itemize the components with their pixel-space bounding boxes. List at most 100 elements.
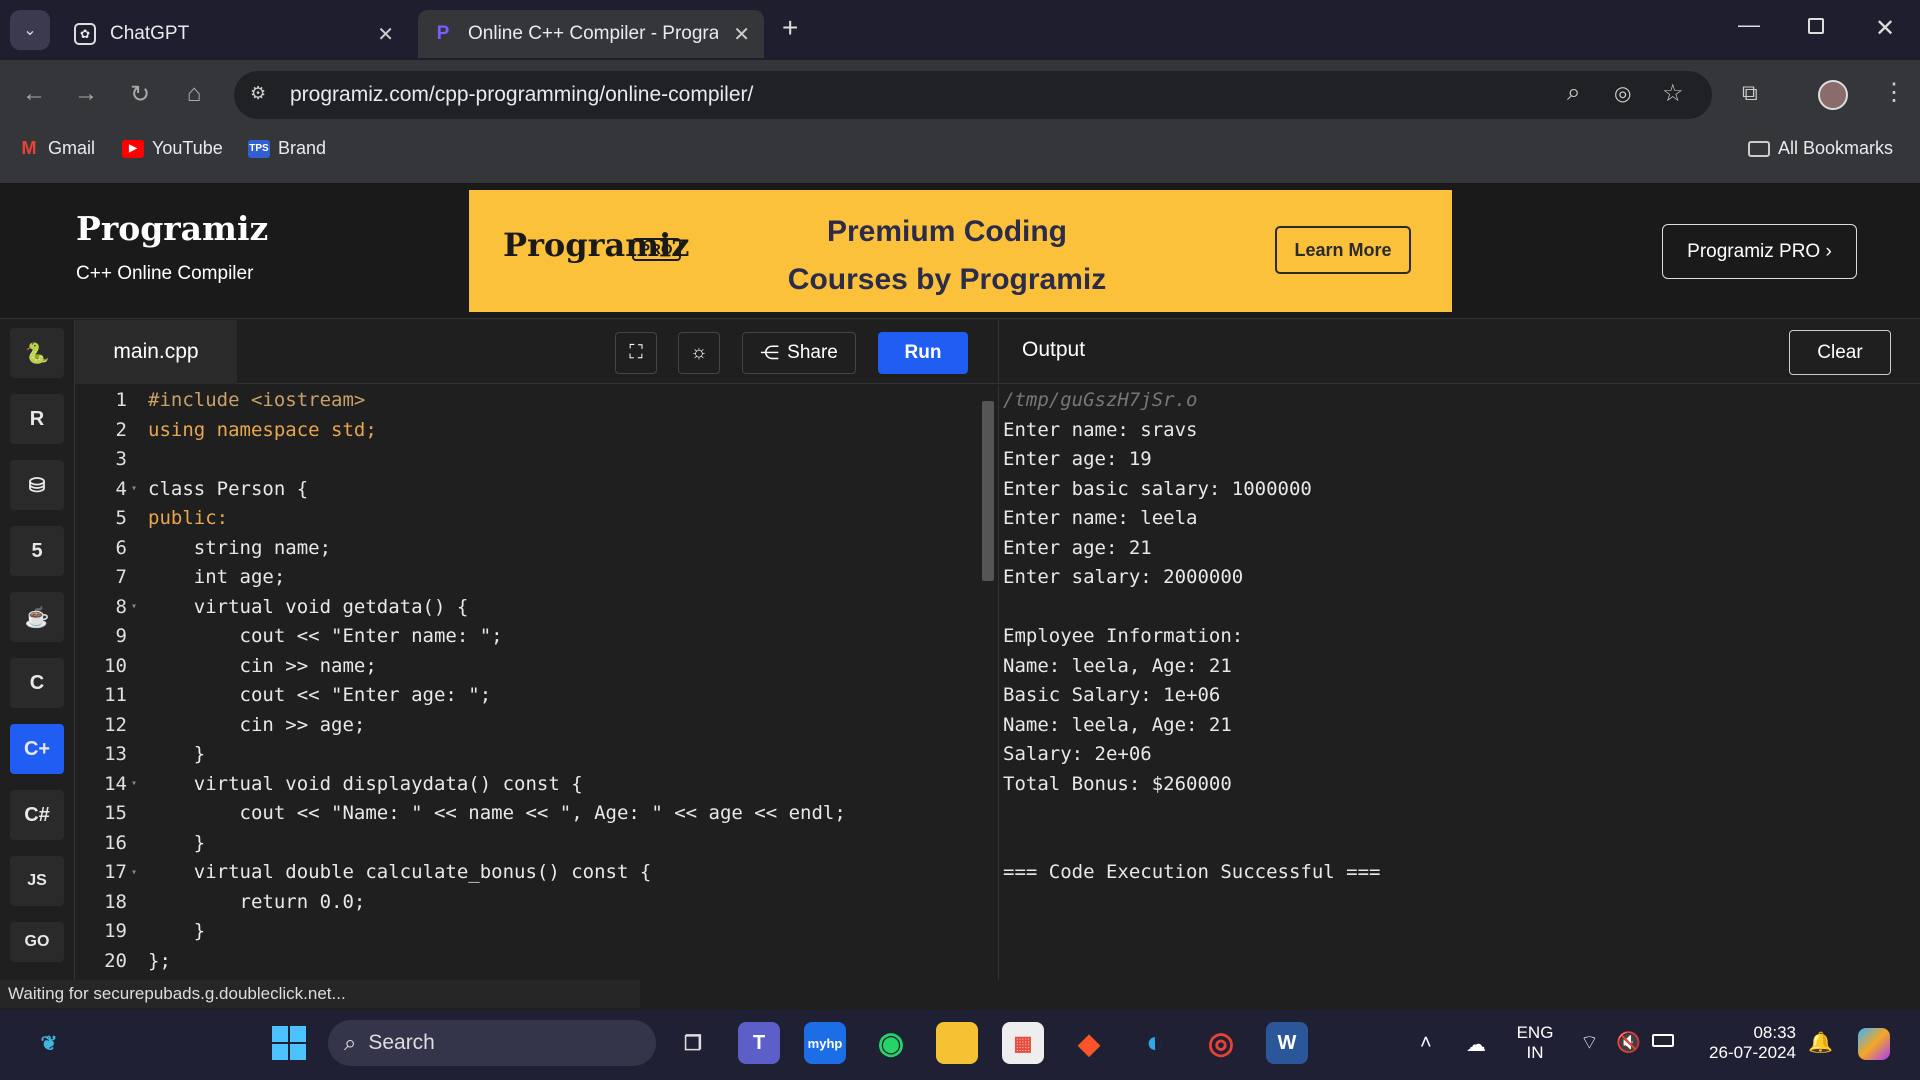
code-line: string name; (148, 536, 332, 559)
file-explorer-icon[interactable] (936, 1022, 978, 1064)
run-button[interactable]: Run (878, 332, 968, 374)
database-icon[interactable]: ⛁ (10, 460, 64, 510)
menu-icon[interactable]: ⋮ (1882, 78, 1906, 107)
python-icon[interactable]: 🐍 (10, 328, 64, 378)
output-line: Enter age: 19 (1003, 448, 1152, 470)
output-header: Output Clear (998, 320, 1920, 384)
eye-off-icon[interactable]: ◎ (1614, 81, 1631, 106)
close-tab-icon[interactable]: ✕ (733, 22, 750, 47)
pro-badge: PRO (632, 238, 681, 261)
forward-icon[interactable]: → (72, 80, 100, 108)
myhp-icon[interactable]: myhp (804, 1022, 846, 1064)
brave-icon[interactable]: ◆ (1068, 1022, 1110, 1064)
javascript-icon[interactable]: JS (10, 856, 64, 906)
theme-toggle-button[interactable]: ☼ (678, 332, 720, 374)
avatar[interactable] (1818, 80, 1848, 110)
line-number: 6 (115, 536, 127, 559)
fold-icon[interactable]: ▾ (131, 483, 137, 494)
new-tab-button[interactable]: + (782, 12, 798, 44)
c-icon[interactable]: C (10, 658, 64, 708)
code-line: public: (148, 507, 229, 529)
status-bar: Waiting for securepubads.g.doubleclick.n… (0, 980, 640, 1008)
output-line: Basic Salary: 1e+06 (1003, 684, 1221, 706)
code-line: cout << "Name: " << name << ", Age: " <<… (148, 802, 846, 824)
promo-banner[interactable]: Programiz PRO Premium Coding Courses by … (469, 190, 1452, 312)
r-icon[interactable]: R (10, 394, 64, 444)
java-icon[interactable]: ☕ (10, 592, 64, 642)
bookmark-gmail[interactable]: M Gmail (18, 138, 96, 159)
battery-icon[interactable] (1652, 1034, 1674, 1047)
onedrive-icon[interactable]: ☁ (1466, 1032, 1486, 1057)
fullscreen-icon: ⛶ (629, 342, 643, 363)
edge-icon[interactable]: ◐ (1134, 1022, 1176, 1064)
copilot-icon[interactable] (1858, 1028, 1890, 1060)
cpp-icon[interactable]: C+ (10, 724, 64, 774)
code-line: } (148, 920, 206, 942)
line-number: 9 (115, 625, 127, 647)
language-indicator[interactable]: ENG IN (1515, 1023, 1555, 1063)
tab-chatgpt[interactable]: ✿ ChatGPT ✕ (60, 10, 408, 58)
close-tab-icon[interactable]: ✕ (377, 22, 394, 47)
bookmark-brand[interactable]: TPS Brand (248, 138, 326, 159)
address-bar[interactable]: ⚙ programiz.com/cpp-programming/online-c… (234, 71, 1712, 119)
windows-start-icon[interactable] (268, 1022, 310, 1064)
word-icon[interactable]: W (1266, 1022, 1308, 1064)
html5-icon[interactable]: 5 (10, 526, 64, 576)
fold-icon[interactable]: ▾ (131, 601, 137, 612)
minimize-icon[interactable]: — (1738, 12, 1760, 38)
tab-programiz[interactable]: P Online C++ Compiler - Program ✕ (418, 10, 764, 58)
tps-icon: TPS (248, 139, 270, 158)
output-line: /tmp/guGszH7jSr.o (1003, 389, 1198, 411)
task-view-icon[interactable]: ❐ (672, 1022, 714, 1064)
bookmark-youtube[interactable]: ▶ YouTube (122, 138, 223, 159)
whatsapp-icon[interactable]: ◉ (870, 1022, 912, 1064)
output-line: Employee Information: (1003, 625, 1244, 647)
share-button[interactable]: ⋲ Share (742, 332, 856, 374)
extensions-icon[interactable]: ⧉ (1742, 80, 1758, 106)
editor-scrollbar[interactable] (982, 401, 994, 581)
share-icon: ⋲ (760, 342, 780, 364)
programiz-logo[interactable]: Programiz (76, 209, 268, 248)
chrome-icon[interactable]: ◎ (1200, 1022, 1242, 1064)
code-editor[interactable]: 1 2 3 4 5 6 7 8 9 10 11 12 13 14 15 16 1… (75, 385, 994, 980)
tab-title: Online C++ Compiler - Program (468, 23, 718, 44)
taskbar-search[interactable]: ⌕ Search (328, 1020, 656, 1066)
home-icon[interactable]: ⌂ (180, 80, 208, 108)
all-bookmarks-label: All Bookmarks (1778, 138, 1894, 158)
site-info-icon[interactable]: ⚙ (250, 83, 266, 104)
restore-icon[interactable] (1808, 18, 1824, 34)
star-icon[interactable]: ☆ (1662, 79, 1684, 108)
code-line: cout << "Enter age: "; (148, 684, 492, 706)
lang-line: ENG (1516, 1023, 1554, 1042)
output-line: Enter salary: 2000000 (1003, 566, 1244, 588)
back-icon[interactable]: ← (20, 80, 48, 108)
banner-headline: Premium Coding Courses by Programiz (727, 208, 1167, 304)
site-header: Programiz C++ Online Compiler Programiz … (0, 183, 1920, 319)
csharp-icon[interactable]: C# (10, 790, 64, 840)
code-line: }; (148, 949, 171, 972)
output-console[interactable]: /tmp/guGszH7jSr.o Enter name: sravs Ente… (998, 385, 1920, 980)
wifi-icon[interactable]: ⌔ (1580, 1030, 1599, 1055)
fold-icon[interactable]: ▾ (131, 867, 137, 878)
store-icon[interactable]: ▦ (1002, 1022, 1044, 1064)
all-bookmarks[interactable]: All Bookmarks (1748, 138, 1893, 159)
fold-icon[interactable]: ▾ (131, 778, 137, 789)
programiz-pro-button[interactable]: Programiz PRO › (1662, 224, 1857, 279)
teams-icon[interactable]: T (738, 1022, 780, 1064)
widgets-icon[interactable]: ❦ (28, 1022, 70, 1064)
go-icon[interactable]: GO (10, 922, 64, 962)
clear-button[interactable]: Clear (1789, 330, 1891, 375)
reload-icon[interactable]: ↻ (126, 80, 154, 108)
mute-icon[interactable]: 🔇 (1616, 1030, 1641, 1055)
code-line: using namespace std; (148, 418, 377, 441)
zoom-icon[interactable]: ⌕ (1567, 79, 1580, 107)
tab-list-button[interactable]: ⌄ (10, 10, 50, 50)
programiz-icon: P (436, 23, 450, 44)
bell-icon[interactable]: 🔔 (1808, 1030, 1833, 1055)
close-window-icon[interactable]: ✕ (1875, 14, 1895, 43)
chevron-up-icon[interactable]: ˄ (1420, 1032, 1432, 1055)
file-tab[interactable]: main.cpp (75, 320, 237, 384)
learn-more-button[interactable]: Learn More (1275, 226, 1411, 274)
clock[interactable]: 08:33 26-07-2024 (1700, 1023, 1796, 1063)
fullscreen-button[interactable]: ⛶ (615, 332, 657, 374)
